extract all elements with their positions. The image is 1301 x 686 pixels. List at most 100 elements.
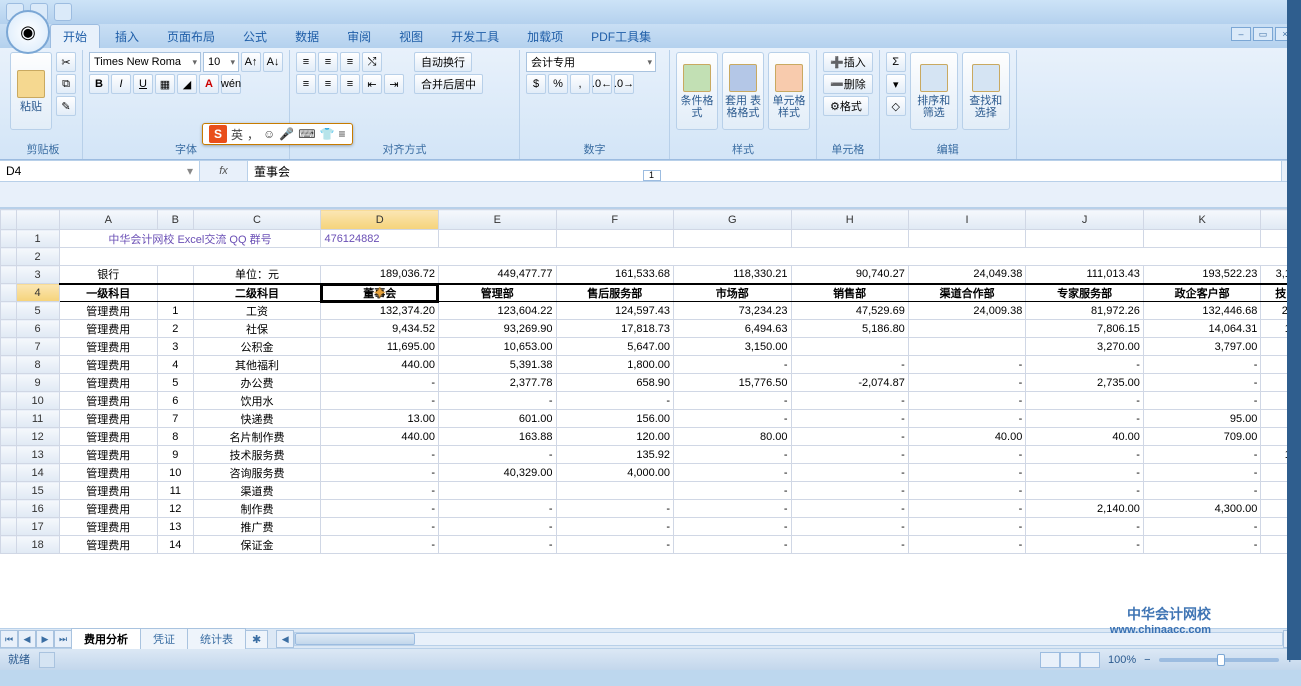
increase-decimal[interactable]: .0← — [592, 74, 612, 94]
cell-J12[interactable]: 40.00 — [1026, 428, 1144, 446]
cell-K10[interactable]: - — [1143, 392, 1261, 410]
cell-G14[interactable]: - — [674, 464, 792, 482]
cell-B15[interactable]: 11 — [158, 482, 193, 500]
decrease-font-button[interactable]: A↓ — [263, 52, 283, 72]
cell-D4[interactable]: 董事会✦ — [321, 284, 439, 302]
tab-layout[interactable]: 页面布局 — [154, 24, 228, 48]
clear-button[interactable]: ◇ — [886, 96, 906, 116]
cell-I4[interactable]: 渠道合作部 — [908, 284, 1026, 302]
row-11[interactable]: 11 — [16, 410, 59, 428]
fill-color-button[interactable]: ◢ — [177, 74, 197, 94]
cell-F5[interactable]: 124,597.43 — [556, 302, 674, 320]
zoom-slider[interactable] — [1159, 658, 1279, 662]
cell-E9[interactable]: 2,377.78 — [438, 374, 556, 392]
cell-G9[interactable]: 15,776.50 — [674, 374, 792, 392]
cell-C4[interactable]: 二级科目 — [193, 284, 321, 302]
sheet-tab-1[interactable]: 费用分析 — [71, 628, 141, 649]
tab-pdf[interactable]: PDF工具集 — [578, 24, 664, 48]
cell-K9[interactable]: - — [1143, 374, 1261, 392]
find-select-button[interactable]: 查找和 选择 — [962, 52, 1010, 130]
cell-J6[interactable]: 7,806.15 — [1026, 320, 1144, 338]
ime-skin-icon[interactable]: 👕 — [320, 127, 335, 141]
cell-D3[interactable]: 189,036.72 — [321, 266, 439, 284]
cell-G12[interactable]: 80.00 — [674, 428, 792, 446]
sheet-nav-first[interactable]: ⏮ — [0, 630, 18, 648]
cell-H7[interactable] — [791, 338, 908, 356]
row-6[interactable]: 6 — [16, 320, 59, 338]
cell-C5[interactable]: 工资 — [193, 302, 321, 320]
view-page-layout[interactable] — [1060, 652, 1080, 668]
cell-A10[interactable]: 管理费用 — [59, 392, 158, 410]
cell-E11[interactable]: 601.00 — [438, 410, 556, 428]
cell-F17[interactable]: - — [556, 518, 674, 536]
cell-F4[interactable]: 售后服务部 — [556, 284, 674, 302]
qat-redo[interactable] — [54, 3, 72, 21]
increase-font-button[interactable]: A↑ — [241, 52, 261, 72]
font-size-combo[interactable]: 10 — [203, 52, 239, 72]
cell-B9[interactable]: 5 — [158, 374, 193, 392]
cell-G17[interactable]: - — [674, 518, 792, 536]
cell-A9[interactable]: 管理费用 — [59, 374, 158, 392]
cell-K16[interactable]: 4,300.00 — [1143, 500, 1261, 518]
office-button[interactable]: ◉ — [6, 10, 50, 54]
cell-K11[interactable]: 95.00 — [1143, 410, 1261, 428]
cell-D16[interactable]: - — [321, 500, 439, 518]
cell-K17[interactable]: - — [1143, 518, 1261, 536]
cell-E7[interactable]: 10,653.00 — [438, 338, 556, 356]
cell-D8[interactable]: 440.00 — [321, 356, 439, 374]
cell-I12[interactable]: 40.00 — [908, 428, 1026, 446]
row-5[interactable]: 5 — [16, 302, 59, 320]
cell-C8[interactable]: 其他福利 — [193, 356, 321, 374]
cell-J17[interactable]: - — [1026, 518, 1144, 536]
comma-button[interactable]: , — [570, 74, 590, 94]
cell-C6[interactable]: 社保 — [193, 320, 321, 338]
cell-G7[interactable]: 3,150.00 — [674, 338, 792, 356]
cell-F9[interactable]: 658.90 — [556, 374, 674, 392]
cell-J11[interactable]: - — [1026, 410, 1144, 428]
sheet-tab-2[interactable]: 凭证 — [140, 628, 188, 649]
cell-G5[interactable]: 73,234.23 — [674, 302, 792, 320]
cell-F14[interactable]: 4,000.00 — [556, 464, 674, 482]
cell-D15[interactable]: - — [321, 482, 439, 500]
outline-corner[interactable] — [1, 210, 17, 230]
cell-D1[interactable]: 476124882 — [321, 230, 439, 248]
row-2[interactable]: 2 — [16, 248, 59, 266]
cell-E3[interactable]: 449,477.77 — [438, 266, 556, 284]
tab-view[interactable]: 视图 — [386, 24, 436, 48]
cell-I9[interactable]: - — [908, 374, 1026, 392]
cell-A11[interactable]: 管理费用 — [59, 410, 158, 428]
cell-E18[interactable]: - — [438, 536, 556, 554]
view-page-break[interactable] — [1080, 652, 1100, 668]
cell-H17[interactable]: - — [791, 518, 908, 536]
cell-E17[interactable]: - — [438, 518, 556, 536]
col-J[interactable]: J — [1026, 210, 1144, 230]
row-10[interactable]: 10 — [16, 392, 59, 410]
cell-J3[interactable]: 111,013.43 — [1026, 266, 1144, 284]
cell-G16[interactable]: - — [674, 500, 792, 518]
cell-J13[interactable]: - — [1026, 446, 1144, 464]
cell-I17[interactable]: - — [908, 518, 1026, 536]
percent-button[interactable]: % — [548, 74, 568, 94]
sheet-nav-last[interactable]: ⏭ — [54, 630, 72, 648]
indent-decrease[interactable]: ⇤ — [362, 74, 382, 94]
merge-center-button[interactable]: 合并后居中 — [414, 74, 483, 94]
cell-E4[interactable]: 管理部 — [438, 284, 556, 302]
cell-H14[interactable]: - — [791, 464, 908, 482]
cell-E13[interactable]: - — [438, 446, 556, 464]
cell-I8[interactable]: - — [908, 356, 1026, 374]
cell-A4[interactable]: 一级科目 — [59, 284, 158, 302]
cell-H15[interactable]: - — [791, 482, 908, 500]
cell-I6[interactable] — [908, 320, 1026, 338]
conditional-format-button[interactable]: 条件格式 — [676, 52, 718, 130]
cell-E15[interactable] — [438, 482, 556, 500]
row-14[interactable]: 14 — [16, 464, 59, 482]
row-4[interactable]: 4 — [16, 284, 59, 302]
sort-filter-button[interactable]: 排序和 筛选 — [910, 52, 958, 130]
cell-I3[interactable]: 24,049.38 — [908, 266, 1026, 284]
cell-H8[interactable]: - — [791, 356, 908, 374]
align-right[interactable]: ≡ — [340, 74, 360, 94]
align-left[interactable]: ≡ — [296, 74, 316, 94]
cell-K18[interactable]: - — [1143, 536, 1261, 554]
cell-C15[interactable]: 渠道费 — [193, 482, 321, 500]
cell-B12[interactable]: 8 — [158, 428, 193, 446]
